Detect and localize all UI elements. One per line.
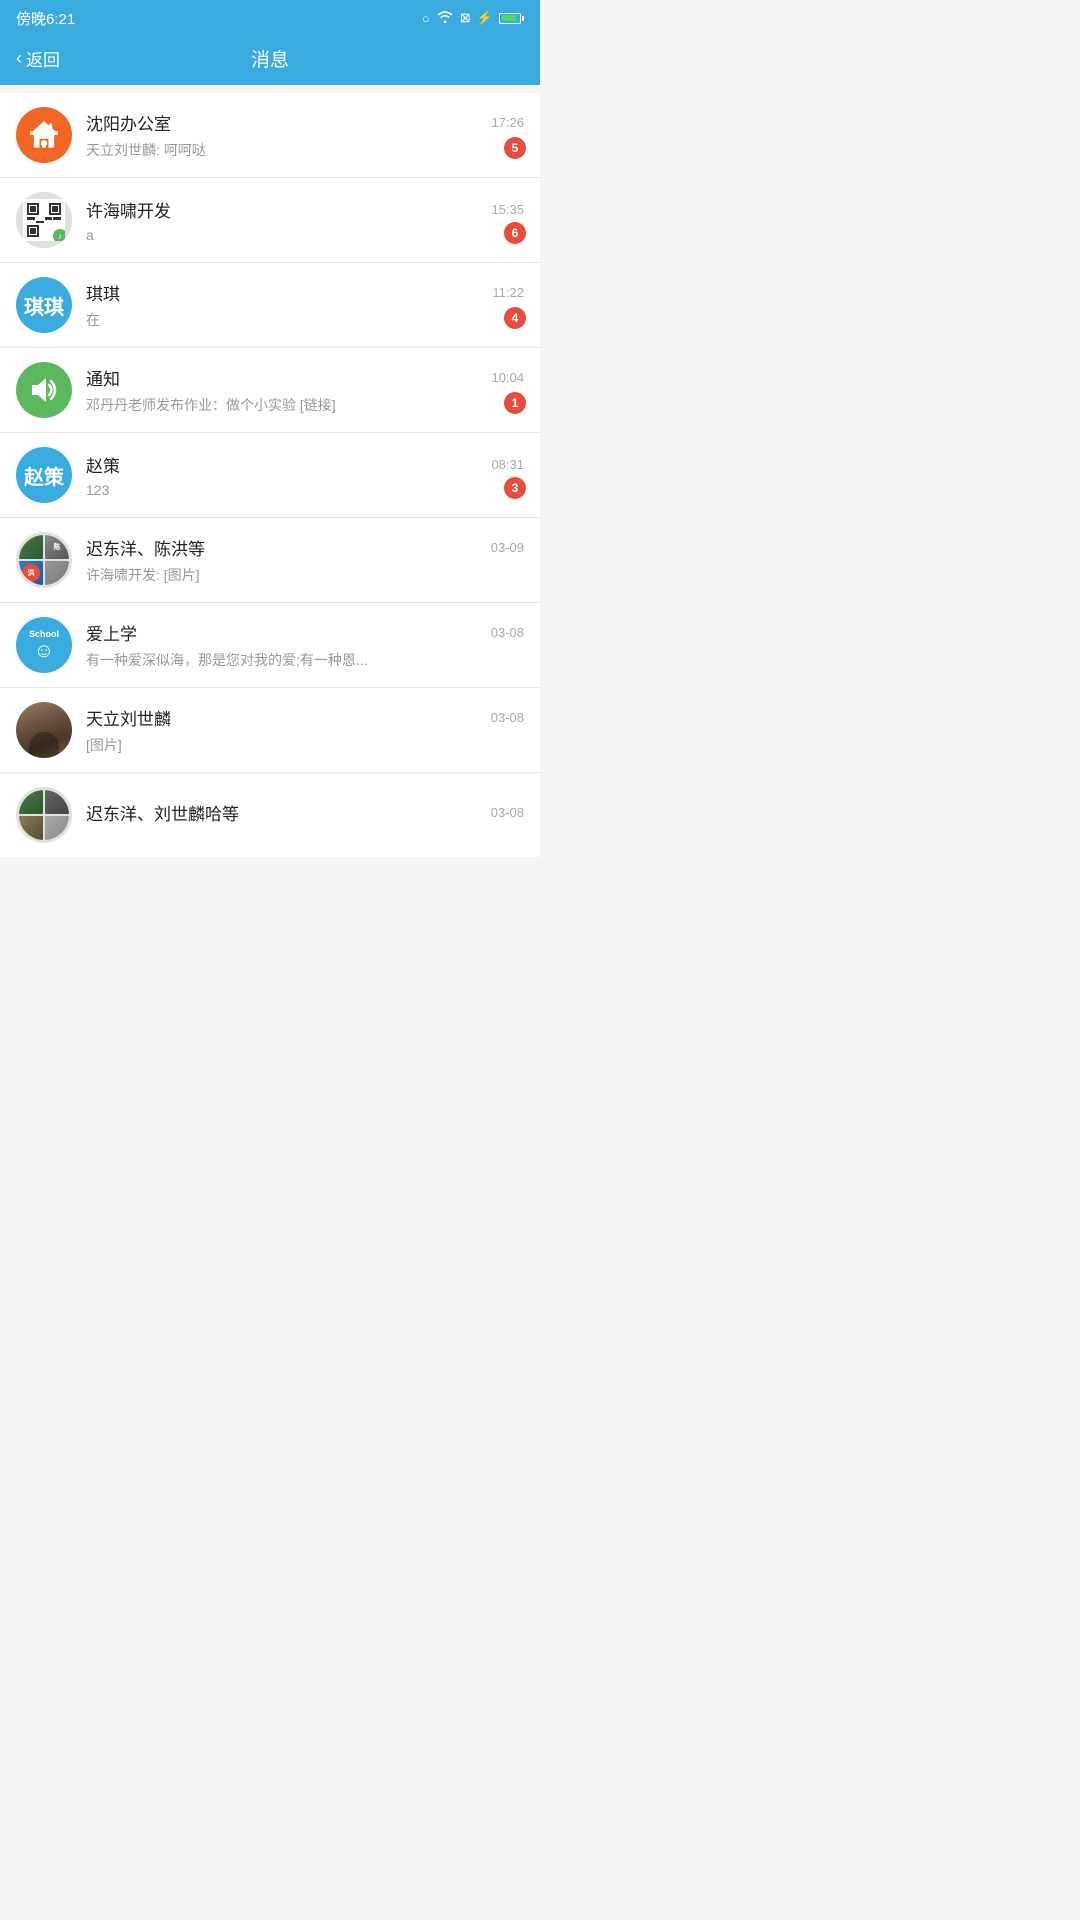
message-preview: 邓丹丹老师发布作业：做个小实验 [链接] <box>86 395 406 415</box>
message-time: 10:04 <box>491 370 524 385</box>
message-time: 08:31 <box>491 457 524 472</box>
avatar: 赵策 <box>16 447 72 503</box>
message-time: 11:22 <box>492 285 524 300</box>
list-item[interactable]: ♪ 许海啸开发 15:35 a 6 <box>0 178 540 263</box>
list-item[interactable]: 通知 10:04 邓丹丹老师发布作业：做个小实验 [链接] 1 <box>0 348 540 433</box>
message-preview: 许海啸开发: [图片] <box>86 565 406 585</box>
unread-badge: 3 <box>504 477 526 499</box>
contact-name: 琪琪 <box>86 280 120 305</box>
message-time: 03-08 <box>491 805 524 820</box>
list-item[interactable]: 琪琪 琪琪 11:22 在 4 <box>0 263 540 348</box>
contact-name: 沈阳办公室 <box>86 110 171 135</box>
message-preview: 有一种爱深似海，那是您对我的爱;有一种恩... <box>86 650 406 670</box>
message-time: 03-09 <box>491 540 524 555</box>
avatar: 陈 洪 <box>16 532 72 588</box>
message-time: 03-08 <box>491 625 524 640</box>
list-item[interactable]: School ☺ 爱上学 03-08 有一种爱深似海，那是您对我的爱;有一种恩.… <box>0 603 540 688</box>
alarm-icon: ○ <box>422 11 430 26</box>
message-content: 赵策 08:31 123 <box>86 452 524 498</box>
unread-badge: 5 <box>504 137 526 159</box>
unread-badge: 4 <box>504 307 526 329</box>
avatar <box>16 787 72 843</box>
contact-name: 迟东洋、刘世麟哈等 <box>86 800 239 825</box>
contact-name: 赵策 <box>86 452 120 477</box>
header: ‹ 返回 消息 <box>0 36 540 85</box>
avatar-label: 琪琪 <box>24 291 64 320</box>
list-item[interactable]: 陈 洪 迟东洋、陈洪等 03-09 许海啸开发: [图片] <box>0 518 540 603</box>
unread-badge: 1 <box>504 392 526 414</box>
contact-name: 许海啸开发 <box>86 197 171 222</box>
avatar: ♪ <box>16 192 72 248</box>
avatar <box>16 362 72 418</box>
message-content: 沈阳办公室 17:26 天立刘世麟: 呵呵哒 <box>86 110 524 160</box>
message-preview: a <box>86 227 406 243</box>
message-content: 迟东洋、刘世麟哈等 03-08 <box>86 800 524 830</box>
avatar: 琪琪 <box>16 277 72 333</box>
message-time: 15:35 <box>491 202 524 217</box>
contact-name: 天立刘世麟 <box>86 705 171 730</box>
message-content: 通知 10:04 邓丹丹老师发布作业：做个小实验 [链接] <box>86 365 524 415</box>
contact-name: 爱上学 <box>86 620 137 645</box>
message-content: 天立刘世麟 03-08 [图片] <box>86 705 524 755</box>
avatar <box>16 107 72 163</box>
unread-badge: 6 <box>504 222 526 244</box>
avatar <box>16 702 72 758</box>
back-chevron-icon: ‹ <box>16 48 22 69</box>
contact-name: 通知 <box>86 365 120 390</box>
message-time: 03-08 <box>491 710 524 725</box>
message-list: 沈阳办公室 17:26 天立刘世麟: 呵呵哒 5 <box>0 93 540 857</box>
message-preview: 在 <box>86 310 406 330</box>
avatar-label: 赵策 <box>24 461 64 490</box>
wifi-icon <box>436 10 454 26</box>
contact-name: 迟东洋、陈洪等 <box>86 535 205 560</box>
page-title: 消息 <box>251 45 289 72</box>
list-item[interactable]: 天立刘世麟 03-08 [图片] <box>0 688 540 773</box>
message-content: 许海啸开发 15:35 a <box>86 197 524 243</box>
message-time: 17:26 <box>491 115 524 130</box>
list-item[interactable]: 赵策 赵策 08:31 123 3 <box>0 433 540 518</box>
battery-icon <box>499 13 524 24</box>
message-content: 琪琪 11:22 在 <box>86 280 524 330</box>
message-content: 迟东洋、陈洪等 03-09 许海啸开发: [图片] <box>86 535 524 585</box>
message-content: 爱上学 03-08 有一种爱深似海，那是您对我的爱;有一种恩... <box>86 620 524 670</box>
status-icons: ○ ⊠ ⚡ <box>422 10 524 26</box>
list-item[interactable]: 沈阳办公室 17:26 天立刘世麟: 呵呵哒 5 <box>0 93 540 178</box>
list-item[interactable]: 迟东洋、刘世麟哈等 03-08 <box>0 773 540 857</box>
message-preview: 天立刘世麟: 呵呵哒 <box>86 140 406 160</box>
message-icon: ⊠ <box>460 10 471 26</box>
message-preview: 123 <box>86 482 406 498</box>
school-label-icon: School <box>29 629 59 639</box>
message-preview: [图片] <box>86 735 406 755</box>
back-label: 返回 <box>26 46 60 71</box>
back-button[interactable]: ‹ 返回 <box>16 46 60 71</box>
avatar: School ☺ <box>16 617 72 673</box>
status-time: 傍晚6:21 <box>16 8 75 29</box>
status-bar: 傍晚6:21 ○ ⊠ ⚡ <box>0 0 540 36</box>
charging-icon: ⚡ <box>477 10 493 26</box>
